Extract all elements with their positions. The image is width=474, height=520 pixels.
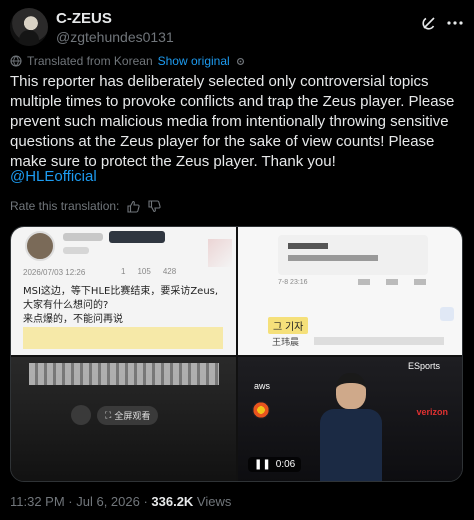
media-image-1[interactable]: 2026/07/03 12:26 1 105 428 MSI这边，等下HLE比赛… <box>11 227 236 355</box>
pause-button[interactable] <box>71 405 91 425</box>
count-c: 428 <box>162 267 177 276</box>
media-grid[interactable]: 2026/07/03 12:26 1 105 428 MSI这边，等下HLE比赛… <box>10 226 463 482</box>
chat-tag: 그 기자 <box>268 317 309 334</box>
time-label: 0:06 <box>275 459 296 470</box>
post-date: 2026/07/03 12:26 <box>23 268 86 277</box>
more-icon[interactable] <box>446 14 464 32</box>
timestamp[interactable]: 11:32 PM · Jul 6, 2026 · <box>10 494 151 509</box>
translate-chip <box>440 307 454 321</box>
count-a: 1 <box>121 267 126 276</box>
blurred-subtitle <box>63 247 89 254</box>
post-counts: 1 105 428 <box>121 267 176 276</box>
subtitle-bar <box>29 363 219 385</box>
player-head <box>336 373 366 409</box>
pause-icon[interactable]: ❚❚ <box>254 459 271 470</box>
media-video-1[interactable]: ⛶ 全屏观看 <box>11 357 236 481</box>
fullscreen-pill[interactable]: ⛶ 全屏观看 <box>71 405 159 425</box>
fullscreen-label: 全屏观看 <box>114 411 151 422</box>
rate-label: Rate this translation: <box>10 199 120 213</box>
avatar[interactable] <box>10 8 48 46</box>
user-handle[interactable]: @zgtehundes0131 <box>56 29 174 45</box>
tweet-meta: 11:32 PM · Jul 6, 2026 · 336.2K Views <box>10 494 231 509</box>
video-timer[interactable]: ❚❚ 0:06 <box>248 457 302 472</box>
sponsor-logo <box>252 401 270 419</box>
translate-icon <box>10 55 22 67</box>
post-line-1: MSI这边，等下HLE比赛结束，要采访Zeus, <box>23 286 219 297</box>
watermark-mark <box>208 239 232 267</box>
thumbs-down-icon[interactable] <box>148 199 162 213</box>
display-name[interactable]: C-ZEUS <box>56 10 112 27</box>
show-original-link[interactable]: Show original <box>158 54 230 68</box>
count-b: 105 <box>137 267 151 276</box>
grok-icon[interactable] <box>420 14 438 32</box>
fullscreen-icon: ⛶ <box>105 409 112 420</box>
post-line-3: 来点爆的，不能问再说 <box>23 314 123 325</box>
chat-header-block <box>278 235 428 275</box>
tweet-header: C-ZEUS @zgtehundes0131 <box>10 8 464 48</box>
media-image-2[interactable]: 7-8 23:16 그 기자 王玮晨 <box>238 227 462 355</box>
chat-date: 7-8 23:16 <box>278 279 308 286</box>
thumbs-up-icon[interactable] <box>127 200 141 213</box>
chat-snippet <box>314 337 444 345</box>
highlight-bar <box>23 327 223 349</box>
fullscreen-button[interactable]: ⛶ 全屏观看 <box>97 405 159 425</box>
post-avatar <box>25 231 55 261</box>
blurred-username <box>63 233 103 241</box>
org-label: ESports <box>407 361 440 371</box>
blurred-text <box>288 255 378 261</box>
translation-label: Translated from Korean <box>27 54 153 68</box>
post-badge <box>109 231 165 243</box>
mention-link[interactable]: @HLEofficial <box>10 168 97 185</box>
player-jersey <box>320 409 382 481</box>
media-video-2[interactable]: ESports verizon aws ❚❚ 0:06 <box>238 357 462 481</box>
settings-icon[interactable] <box>235 56 246 67</box>
chat-name: 王玮晨 <box>272 338 300 348</box>
post-line-2: 大家有什么想问的? <box>23 300 109 311</box>
tweet-text: This reporter has deliberately selected … <box>10 73 459 170</box>
player-figure <box>320 369 382 481</box>
chat-icons <box>358 279 438 285</box>
brand-label-2: aws <box>254 381 271 391</box>
brand-label-1: verizon <box>416 407 448 417</box>
rate-translation: Rate this translation: <box>10 199 162 213</box>
views-label: Views <box>193 494 232 509</box>
blurred-text <box>288 243 328 249</box>
views-count: 336.2K <box>151 494 194 509</box>
translation-notice: Translated from Korean Show original <box>10 54 246 68</box>
